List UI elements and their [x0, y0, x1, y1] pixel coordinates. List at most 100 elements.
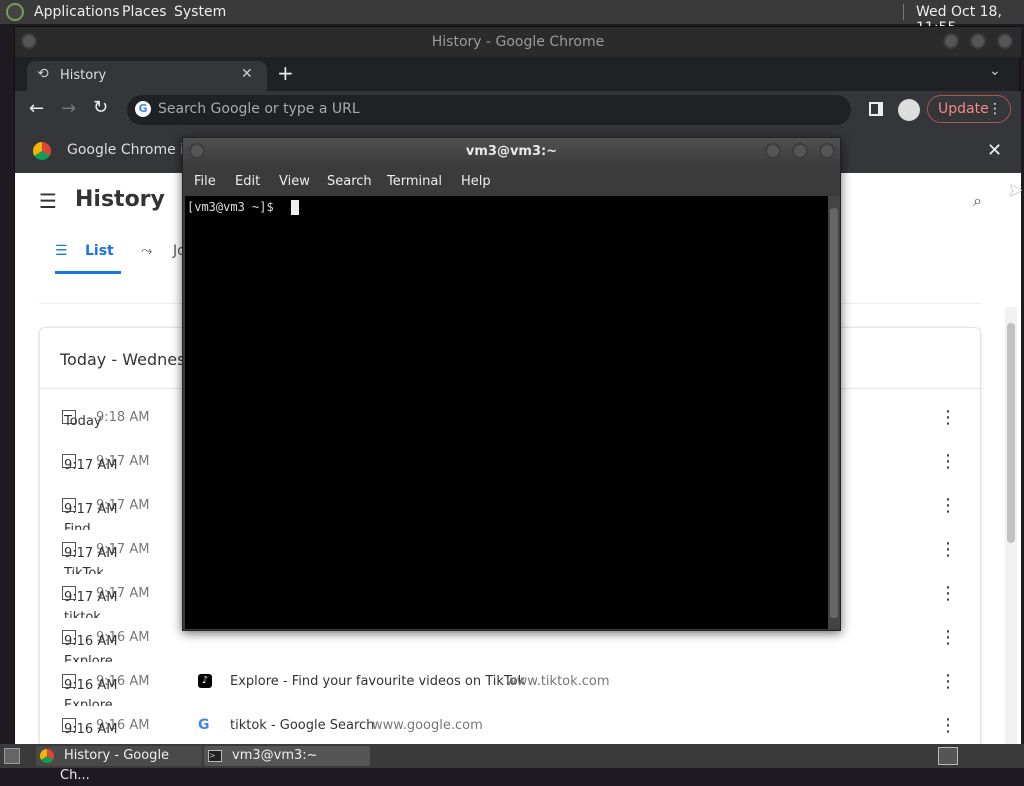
update-label: Update [938, 101, 989, 117]
google-favicon-icon: G [198, 717, 210, 733]
show-desktop-icon[interactable] [4, 748, 20, 764]
row-menu-icon[interactable]: ⋮ [938, 628, 958, 648]
terminal-menu-view[interactable]: View [279, 174, 310, 189]
list-icon: ☰ [55, 243, 68, 259]
infobar-text: Google Chrome isn [67, 142, 201, 158]
row-clipped-text: Find [64, 522, 91, 530]
tab-close-icon[interactable]: ✕ [241, 66, 253, 82]
terminal-menu-button[interactable] [189, 143, 205, 159]
terminal-menu-file[interactable]: File [194, 174, 216, 189]
row-title[interactable]: Explore - Find your favourite videos on … [230, 674, 525, 689]
row-overlay-text: 9:17 AM [64, 590, 118, 605]
terminal-taskbar-icon: > [208, 750, 222, 762]
terminal-title: vm3@vm3:~ [465, 144, 558, 159]
row-menu-icon[interactable]: ⋮ [938, 540, 958, 560]
row-overlay-text: Today [64, 414, 102, 429]
row-domain: www.google.com [372, 718, 483, 733]
taskbar-task-label: History - Google Ch... [60, 748, 170, 783]
tab-underline [55, 271, 121, 274]
row-menu-icon[interactable]: ⋮ [938, 452, 958, 472]
reload-icon[interactable]: ↻ [93, 97, 108, 118]
terminal-scrollbar[interactable] [828, 196, 840, 629]
toolbar: ← → ↻ G Search Google or type a URL Upda… [15, 91, 1021, 129]
taskbar-task-chrome[interactable]: History - Google Ch... [36, 746, 202, 783]
back-icon[interactable]: ← [29, 98, 44, 119]
system-menu[interactable]: System [174, 4, 226, 20]
row-menu-icon[interactable]: ⋮ [938, 496, 958, 516]
panel-separator [903, 4, 904, 20]
taskbar-task-terminal[interactable]: > vm3@vm3:~ [204, 746, 370, 766]
row-overlay-text: 9:16 AM [64, 634, 118, 649]
row-clipped-text: Explore [64, 654, 113, 662]
terminal-output[interactable]: [vm3@vm3 ~]$ [185, 196, 828, 629]
kebab-menu-icon[interactable]: ⋮ [988, 96, 1002, 122]
history-row[interactable]: 9:16 AM 9:16 AM G tiktok - Google Search… [40, 706, 982, 745]
terminal-scrollbar-thumb[interactable] [830, 208, 838, 618]
row-title[interactable]: tiktok - Google Search [230, 718, 374, 733]
terminal-titlebar[interactable]: vm3@vm3:~ [183, 138, 840, 166]
terminal-minimize-button[interactable] [765, 143, 781, 159]
history-clock-icon: ⟲ [37, 66, 49, 82]
terminal-close-button[interactable] [819, 143, 835, 159]
terminal-prompt: [vm3@vm3 ~]$ [187, 200, 281, 214]
places-menu[interactable]: Places [122, 4, 167, 20]
tab-search-chevron-icon[interactable]: ⌄ [989, 63, 1001, 79]
omnibox-placeholder: Search Google or type a URL [158, 101, 360, 117]
forward-icon[interactable]: → [61, 98, 76, 119]
row-clipped-text: Explore [64, 698, 113, 706]
hamburger-menu-icon[interactable]: ☰ [39, 189, 57, 213]
mouse-cursor-icon: ➤ [1008, 180, 1024, 201]
taskbar: History - Google Ch... > vm3@vm3:~ [0, 744, 1024, 783]
close-window-button[interactable] [997, 33, 1013, 49]
chrome-logo-icon [33, 142, 51, 160]
taskbar-task-label: vm3@vm3:~ [232, 748, 318, 763]
row-menu-icon[interactable]: ⋮ [938, 408, 958, 428]
side-panel-icon[interactable] [869, 102, 883, 116]
omnibox[interactable]: G Search Google or type a URL [127, 95, 851, 125]
row-overlay-text: 9:17 AM [64, 546, 118, 561]
chrome-titlebar[interactable]: History - Google Chrome [15, 27, 1021, 57]
new-tab-icon[interactable]: + [277, 61, 294, 85]
terminal-menu-help[interactable]: Help [461, 174, 491, 189]
date-header: Today - Wednesd [60, 350, 196, 369]
row-domain: www.tiktok.com [506, 674, 610, 689]
row-clipped-text: tiktok [64, 610, 101, 618]
google-g-icon: G [135, 101, 151, 117]
terminal-menubar: File Edit View Search Terminal Help [183, 166, 840, 196]
row-overlay-text: 9:16 AM [64, 678, 118, 693]
gnome-foot-icon[interactable] [6, 3, 24, 21]
row-overlay-text: 9:17 AM [64, 502, 118, 517]
window-menu-button[interactable] [21, 33, 37, 49]
tab-list-label: List [85, 243, 114, 259]
chrome-window-title: History - Google Chrome [431, 34, 605, 50]
infobar-close-icon[interactable]: ✕ [987, 140, 1002, 161]
search-icon[interactable]: ⌕ [973, 191, 982, 211]
row-menu-icon[interactable]: ⋮ [938, 716, 958, 736]
row-time: 9:18 AM [96, 410, 150, 425]
terminal-cursor [291, 200, 299, 215]
chrome-taskbar-icon [40, 749, 54, 763]
tab-list[interactable]: ☰ List [55, 243, 145, 283]
terminal-window: vm3@vm3:~ File Edit View Search Terminal… [182, 137, 841, 631]
minimize-button[interactable] [943, 33, 959, 49]
journeys-icon: ⤳ [141, 243, 153, 259]
row-overlay-text: 9:17 AM [64, 458, 118, 473]
maximize-button[interactable] [970, 33, 986, 49]
terminal-menu-search[interactable]: Search [327, 174, 372, 189]
tab-history[interactable]: ⟲ History ✕ [27, 61, 267, 91]
top-panel: Applications Places System Wed Oct 18, 1… [0, 0, 1024, 36]
row-menu-icon[interactable]: ⋮ [938, 584, 958, 604]
scrollbar-thumb[interactable] [1007, 323, 1015, 543]
tiktok-favicon-icon: ♪ [198, 674, 212, 688]
profile-avatar-icon[interactable] [898, 99, 920, 121]
row-clipped-text: TikTok [64, 566, 104, 574]
page-scrollbar[interactable] [1005, 307, 1017, 745]
history-row[interactable]: 9:16 AM 9:16 AM Explore ♪ Explore - Find… [40, 662, 982, 706]
terminal-menu-edit[interactable]: Edit [235, 174, 260, 189]
applications-menu[interactable]: Applications [34, 4, 120, 20]
update-button[interactable]: Update ⋮ [927, 95, 1011, 123]
terminal-menu-terminal[interactable]: Terminal [387, 174, 442, 189]
row-menu-icon[interactable]: ⋮ [938, 672, 958, 692]
workspace-switcher-icon[interactable] [938, 747, 958, 765]
terminal-maximize-button[interactable] [792, 143, 808, 159]
